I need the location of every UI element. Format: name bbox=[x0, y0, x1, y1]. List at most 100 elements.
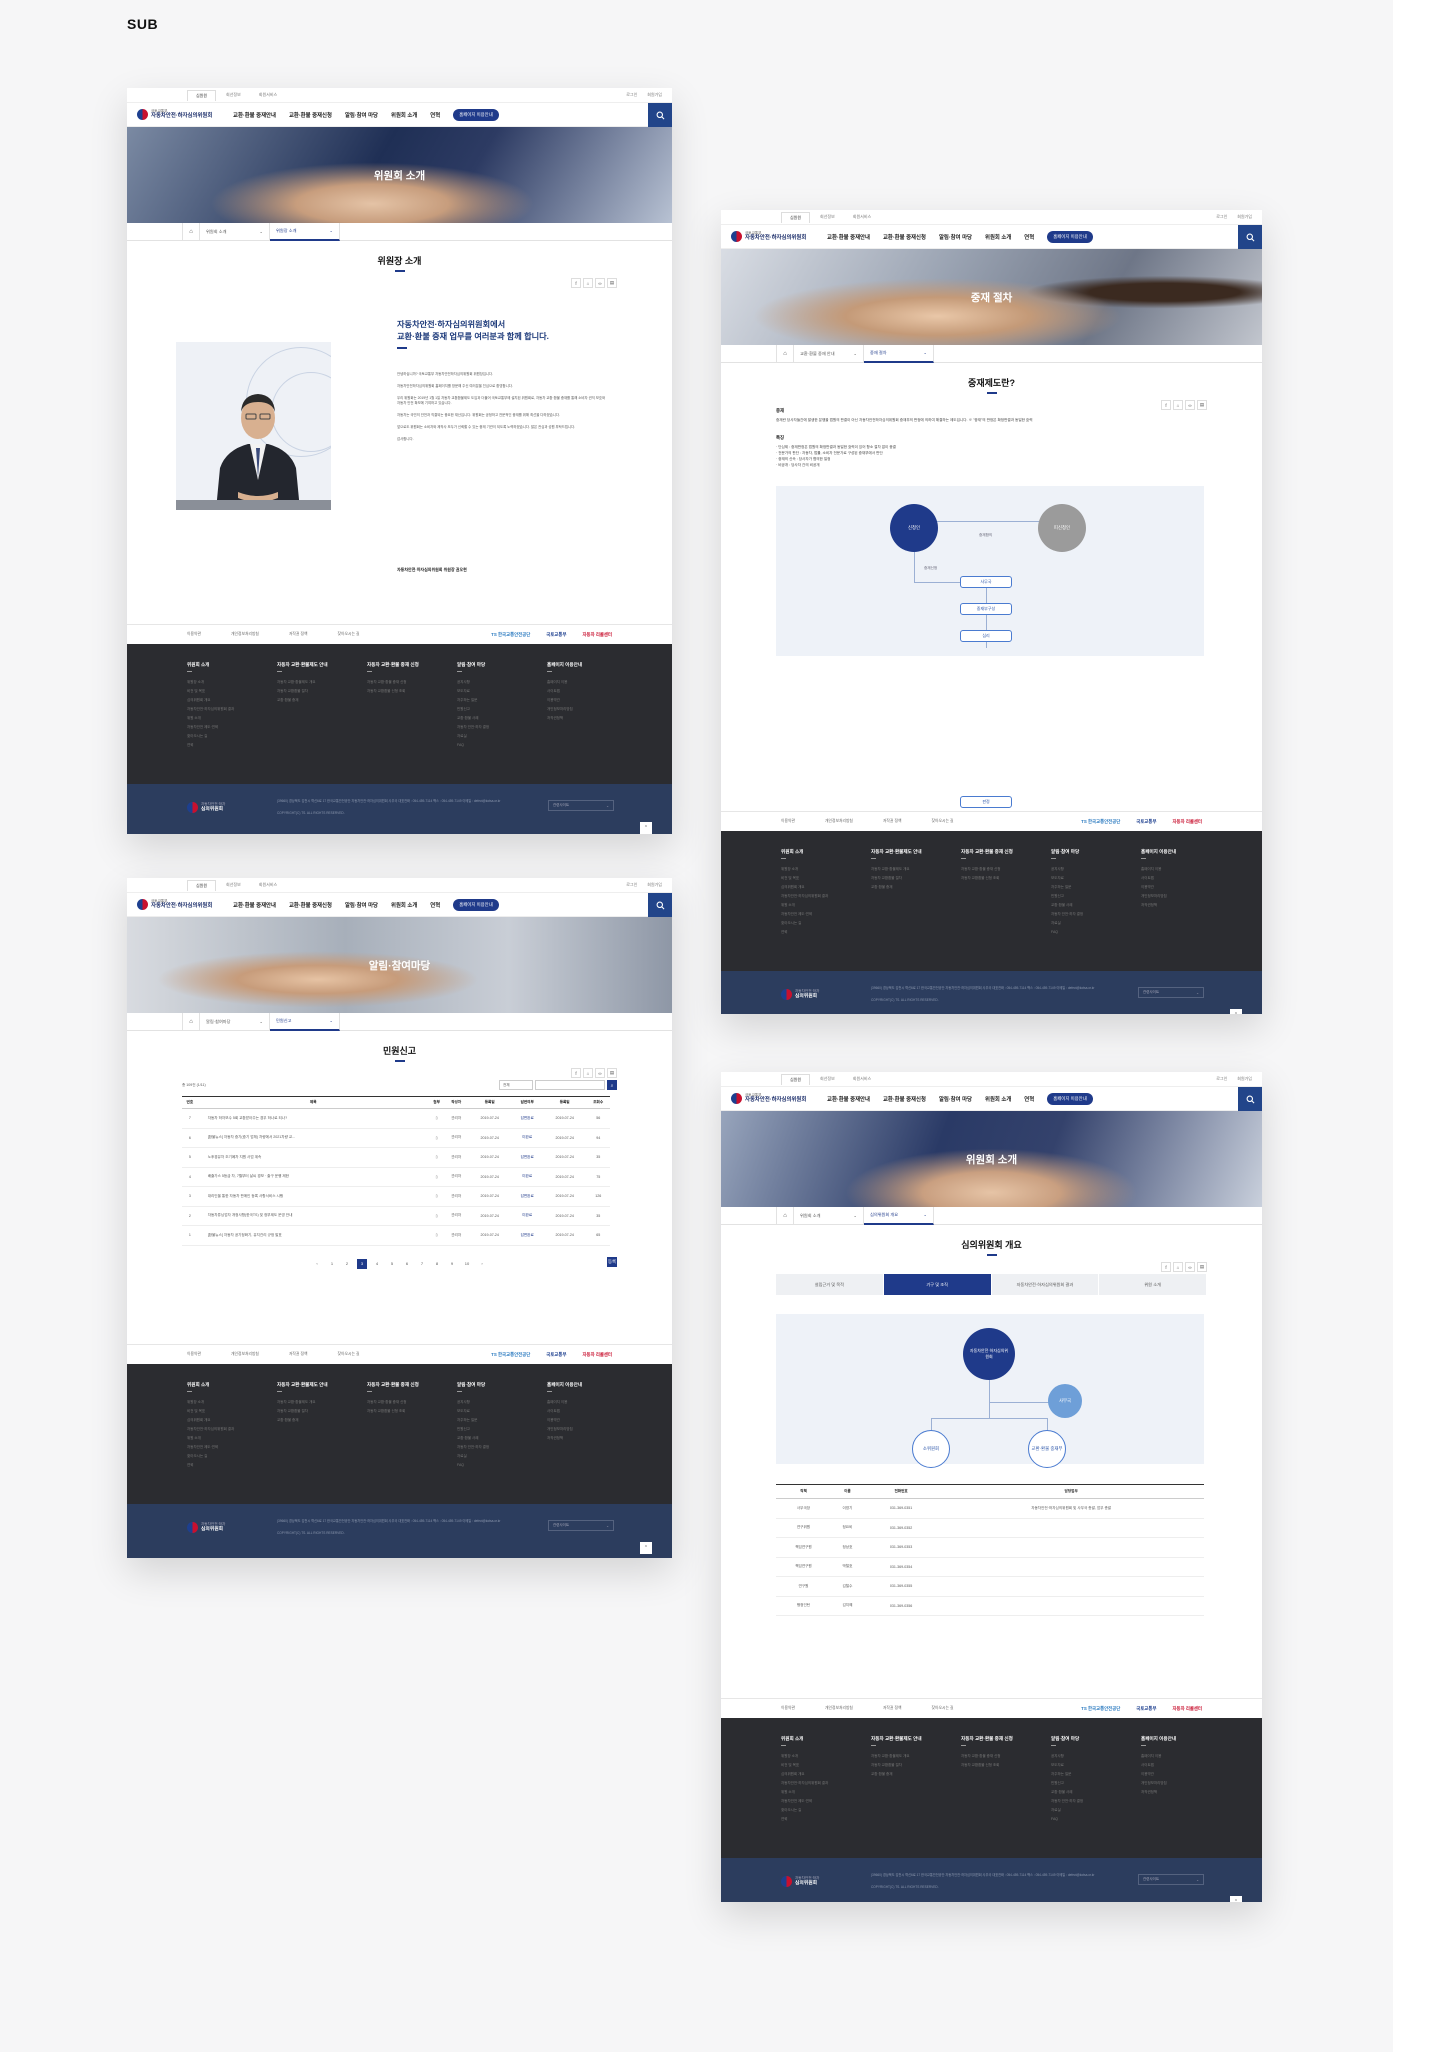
footer-menu-item[interactable]: 개인정보처리방침 bbox=[547, 1425, 609, 1434]
guide-button[interactable]: 홈페이지 이용안내 bbox=[453, 108, 499, 121]
footer-menu-item[interactable]: 자동차 교환환불 신청 조회 bbox=[367, 687, 429, 696]
guide-button[interactable]: 홈페이지 이용안내 bbox=[453, 898, 499, 911]
footer-link[interactable]: 저작권 정책 bbox=[883, 1706, 902, 1711]
util-tab[interactable]: 심원원 bbox=[781, 211, 811, 223]
breadcrumb-depth2[interactable]: 중재 절차 ⌄ bbox=[864, 344, 934, 363]
footer-menu-item[interactable]: 자료실 bbox=[1051, 1806, 1113, 1815]
util-tab[interactable]: 회원서비스 bbox=[845, 1074, 879, 1084]
footer-menu-item[interactable]: 위원 소개 bbox=[781, 1788, 843, 1797]
login-link[interactable]: 로그인 bbox=[626, 882, 637, 888]
search-select[interactable]: 전체 bbox=[499, 1080, 533, 1090]
util-tab[interactable]: 회원서비스 bbox=[845, 212, 879, 222]
print-icon[interactable]: ▤ bbox=[1197, 1262, 1207, 1272]
page-link[interactable]: 4 bbox=[372, 1259, 382, 1269]
menu-item[interactable]: 교환·환불 중재신청 bbox=[289, 901, 332, 909]
tab-purpose[interactable]: 설립근거 및 목적 bbox=[776, 1274, 884, 1295]
footer-menu-item[interactable]: 이용약관 bbox=[1141, 1770, 1203, 1779]
print-icon[interactable]: ▤ bbox=[1197, 400, 1207, 410]
page-link[interactable]: 6 bbox=[402, 1259, 412, 1269]
footer-menu-item[interactable]: 자동차안전·하자심의위원회 결과 bbox=[187, 705, 249, 714]
footer-menu-title[interactable]: 위원회 소개 bbox=[781, 1736, 843, 1742]
menu-item[interactable]: 위원회 소개 bbox=[391, 901, 417, 909]
partner-logo[interactable]: 자동차 리콜센터 bbox=[1173, 1706, 1203, 1712]
footer-link[interactable]: 개인정보처리방침 bbox=[231, 1352, 259, 1357]
search-button[interactable] bbox=[648, 893, 672, 917]
footer-menu-item[interactable]: 자주하는 질문 bbox=[1051, 883, 1113, 892]
menu-item[interactable]: 교환·환불 중재안내 bbox=[233, 901, 276, 909]
footer-menu-item[interactable]: 이용약관 bbox=[547, 696, 609, 705]
footer-menu-item[interactable]: 자동차 교환·환불 중재 신청 bbox=[961, 1752, 1023, 1761]
footer-menu-item[interactable]: 사이트맵 bbox=[1141, 1761, 1203, 1770]
footer-menu-item[interactable]: 위원장 소개 bbox=[781, 1752, 843, 1761]
partner-logo[interactable]: TS 한국교통안전공단 bbox=[491, 1352, 530, 1358]
home-icon[interactable]: ⌂ bbox=[182, 222, 200, 241]
footer-menu-item[interactable]: 자동차 교환·환불제도 개요 bbox=[277, 1398, 339, 1407]
partner-logo[interactable]: TS 한국교통안전공단 bbox=[1081, 819, 1120, 825]
print-icon[interactable]: ▤ bbox=[607, 278, 617, 288]
site-logo[interactable]: 국토교통부 자동차안전·하자심의위원회 bbox=[137, 899, 227, 910]
partner-logo[interactable]: 국토교통부 bbox=[1136, 819, 1156, 825]
tab-results[interactable]: 자동차안전·하자심의위원회 결과 bbox=[991, 1274, 1100, 1295]
top-button[interactable]: ⌃ bbox=[640, 822, 652, 834]
home-icon[interactable]: ⌂ bbox=[776, 1206, 794, 1225]
footer-menu-item[interactable]: 저작권정책 bbox=[547, 1434, 609, 1443]
site-logo[interactable]: 국토교통부 자동차안전·하자심의위원회 bbox=[731, 231, 821, 242]
footer-menu-title[interactable]: 홈페이지 이용안내 bbox=[547, 1382, 609, 1388]
footer-menu-item[interactable]: 연혁 bbox=[781, 1815, 843, 1824]
breadcrumb-depth2[interactable]: 심의위원회 개요 ⌄ bbox=[864, 1206, 934, 1225]
footer-menu-item[interactable]: 저작권정책 bbox=[547, 714, 609, 723]
footer-link[interactable]: 저작권 정책 bbox=[883, 819, 902, 824]
footer-menu-item[interactable]: 비전 및 목표 bbox=[781, 1761, 843, 1770]
breadcrumb-depth1[interactable]: 위원회 소개 ⌄ bbox=[200, 222, 270, 241]
footer-menu-item[interactable]: 자동차 안전·하자 결정 bbox=[457, 1443, 519, 1452]
footer-link[interactable]: 개인정보처리방침 bbox=[825, 1706, 853, 1711]
footer-menu-item[interactable]: 위원장 소개 bbox=[187, 678, 249, 687]
footer-link[interactable]: 찾아오시는 길 bbox=[337, 632, 359, 637]
footer-menu-item[interactable]: 사이트맵 bbox=[547, 687, 609, 696]
search-input[interactable] bbox=[535, 1080, 605, 1090]
join-link[interactable]: 회원가입 bbox=[647, 92, 662, 98]
footer-menu-item[interactable]: 자동차 교환·환불 중재 신청 bbox=[367, 678, 429, 687]
facebook-icon[interactable]: f bbox=[571, 278, 581, 288]
page-link[interactable]: 8 bbox=[432, 1259, 442, 1269]
footer-menu-item[interactable]: 교환·환불 사례 bbox=[457, 714, 519, 723]
footer-link[interactable]: 찾아오시는 길 bbox=[337, 1352, 359, 1357]
footer-menu-item[interactable]: 개인정보처리방침 bbox=[547, 705, 609, 714]
link-icon[interactable]: ∞ bbox=[1185, 400, 1195, 410]
footer-menu-item[interactable]: 위원장 소개 bbox=[187, 1398, 249, 1407]
util-tab[interactable]: 심원원 bbox=[781, 1073, 811, 1085]
footer-menu-item[interactable]: 교환·환불 사례 bbox=[457, 1434, 519, 1443]
top-button[interactable]: ⌃ bbox=[640, 1542, 652, 1554]
top-button[interactable]: ⌃ bbox=[1230, 1009, 1242, 1014]
table-row[interactable]: 7 자동차 하자보수 5회 교환받아주는 경우 하나로 되나? ▯ 관리자 2019-0… bbox=[182, 1108, 610, 1129]
footer-menu-title[interactable]: 자동차 교환·환불제도 안내 bbox=[871, 849, 933, 855]
table-row[interactable]: 5 노후경유차 조기폐차 지원 사업 계속 ▯ 관리자 2019-07-24 답변완료 20… bbox=[182, 1147, 610, 1168]
footer-menu-item[interactable]: 개인정보처리방침 bbox=[1141, 892, 1203, 901]
page-link[interactable]: 5 bbox=[387, 1259, 397, 1269]
join-link[interactable]: 회원가입 bbox=[1237, 214, 1252, 220]
footer-menu-item[interactable]: 위원 소개 bbox=[187, 714, 249, 723]
footer-menu-item[interactable]: 자료실 bbox=[457, 1452, 519, 1461]
footer-menu-item[interactable]: 자동차 교환환불 신청 조회 bbox=[961, 874, 1023, 883]
footer-menu-item[interactable]: 심의위원회 개요 bbox=[187, 696, 249, 705]
footer-menu-item[interactable]: 보도자료 bbox=[457, 1407, 519, 1416]
footer-link[interactable]: 이용약관 bbox=[781, 1706, 795, 1711]
menu-item[interactable]: 위원회 소개 bbox=[985, 1095, 1011, 1103]
menu-item[interactable]: 교환·환불 중재안내 bbox=[827, 1095, 870, 1103]
footer-menu-item[interactable]: 심의위원회 개요 bbox=[187, 1416, 249, 1425]
footer-menu-item[interactable]: 심의위원회 개요 bbox=[781, 883, 843, 892]
footer-menu-item[interactable]: 연혁 bbox=[187, 741, 249, 750]
util-tab[interactable]: 회선정보 bbox=[812, 1074, 843, 1084]
footer-menu-item[interactable]: 자동차 교환환불 절차 bbox=[277, 1407, 339, 1416]
partner-logo[interactable]: 자동차 리콜센터 bbox=[583, 1352, 613, 1358]
footer-menu-item[interactable]: FAQ bbox=[457, 741, 519, 750]
footer-menu-title[interactable]: 홈페이지 이용안내 bbox=[547, 662, 609, 668]
footer-menu-item[interactable]: 자동차안전 제도·연혁 bbox=[187, 1443, 249, 1452]
footer-menu-item[interactable]: 찾아오시는 길 bbox=[781, 919, 843, 928]
footer-menu-item[interactable]: 민원신고 bbox=[1051, 892, 1113, 901]
footer-menu-item[interactable]: 자동차안전 제도·연혁 bbox=[187, 723, 249, 732]
footer-menu-item[interactable]: 교환·환불 중재 bbox=[277, 696, 339, 705]
footer-menu-item[interactable]: 연혁 bbox=[781, 928, 843, 937]
util-tab[interactable]: 회원서비스 bbox=[251, 90, 285, 100]
footer-menu-item[interactable]: 이용약관 bbox=[1141, 883, 1203, 892]
